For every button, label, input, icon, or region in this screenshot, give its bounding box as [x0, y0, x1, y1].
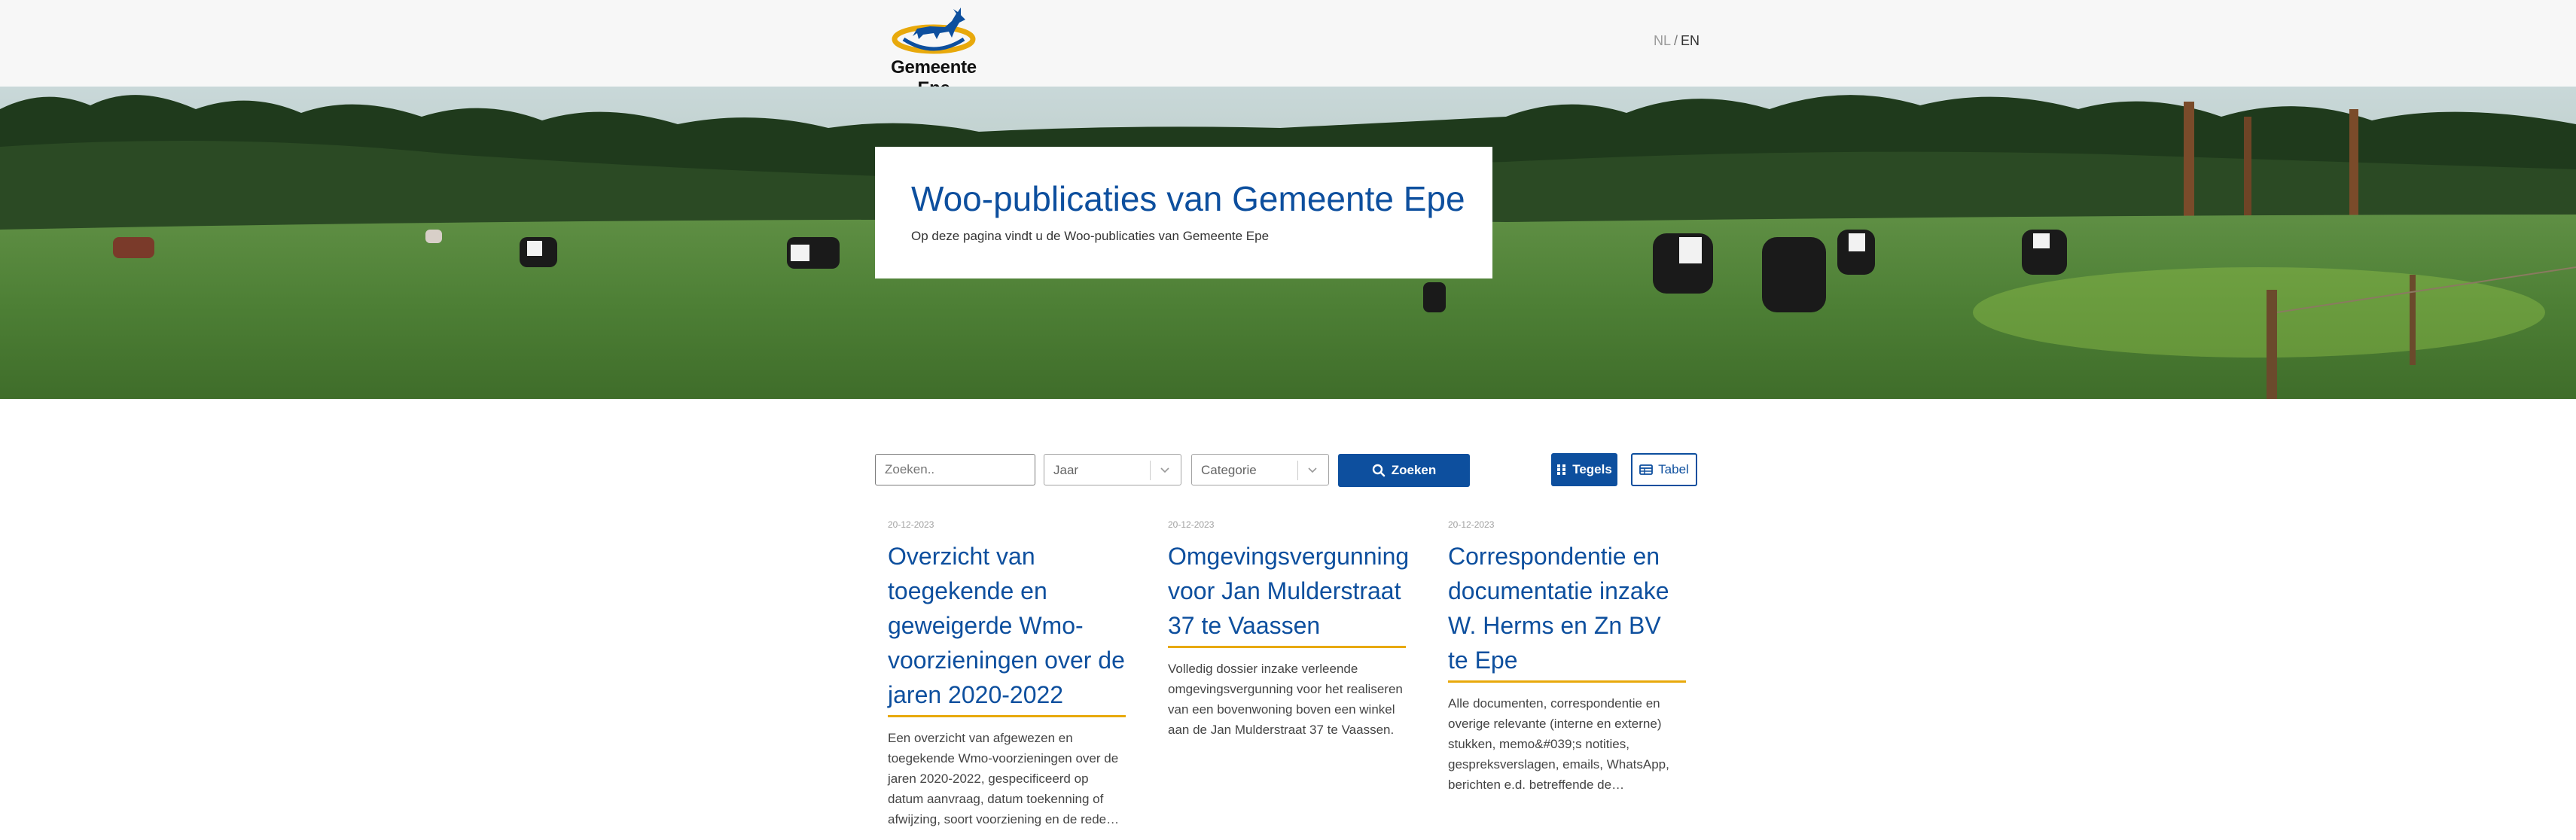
hero-banner: Woo-publicaties van Gemeente Epe Op deze…: [0, 87, 2576, 399]
site-header: Gemeente Epe NL/EN: [0, 0, 2576, 99]
category-select-value: Categorie: [1201, 463, 1257, 477]
grid-icon: [1557, 464, 1566, 475]
table-view-label: Tabel: [1658, 462, 1689, 476]
lang-separator: /: [1674, 33, 1678, 48]
search-input[interactable]: [875, 454, 1035, 485]
page-title: Woo-publicaties van Gemeente Epe: [911, 179, 1465, 218]
category-select[interactable]: Categorie: [1191, 454, 1329, 485]
lang-en-link[interactable]: EN: [1681, 33, 1700, 48]
table-view-button[interactable]: Tabel: [1631, 453, 1697, 486]
year-select[interactable]: Jaar: [1044, 454, 1181, 485]
publication-description: Volledig dossier inzake verleende omgevi…: [1168, 662, 1403, 737]
page-subtitle: Op deze pagina vindt u de Woo-publicatie…: [911, 228, 1270, 243]
publication-title-link[interactable]: Overzicht van toegekende en geweigerde W…: [888, 539, 1126, 717]
select-divider: [1297, 461, 1298, 480]
table-icon: [1639, 464, 1654, 475]
municipality-logo[interactable]: Gemeente Epe: [873, 6, 994, 99]
publication-title-link[interactable]: Omgevingsvergunning voor Jan Mulderstraa…: [1168, 539, 1409, 648]
publication-card[interactable]: 20-12-2023 Omgevingsvergunning voor Jan …: [1168, 519, 1409, 740]
filter-bar: Jaar Categorie Zoeken Tegels Tabel: [875, 453, 1697, 488]
tiles-view-button[interactable]: Tegels: [1551, 453, 1617, 486]
lang-nl-link[interactable]: NL: [1654, 33, 1671, 48]
select-divider: [1150, 461, 1151, 480]
publication-date: 20-12-2023: [1168, 519, 1215, 530]
publication-description: Alle documenten, correspondentie en over…: [1448, 696, 1669, 792]
search-button-label: Zoeken: [1391, 463, 1437, 477]
hero-card: Woo-publicaties van Gemeente Epe Op deze…: [875, 147, 1492, 278]
publication-card[interactable]: 20-12-2023 Correspondentie en documentat…: [1448, 519, 1686, 795]
language-switcher: NL / EN: [1654, 33, 1700, 49]
tiles-view-label: Tegels: [1572, 462, 1612, 476]
chevron-down-icon: [1160, 467, 1169, 473]
publication-description: Een overzicht van afgewezen en toegekend…: [888, 731, 1120, 826]
year-select-value: Jaar: [1053, 463, 1079, 477]
publication-date: 20-12-2023: [888, 519, 934, 530]
publication-title-link[interactable]: Correspondentie en documentatie inzake W…: [1448, 539, 1686, 683]
publication-date: 20-12-2023: [1448, 519, 1495, 530]
search-icon: [1372, 464, 1386, 477]
search-button[interactable]: Zoeken: [1338, 454, 1470, 487]
deer-emblem-icon: [892, 8, 976, 54]
chevron-down-icon: [1308, 467, 1317, 473]
publication-card[interactable]: 20-12-2023 Overzicht van toegekende en g…: [888, 519, 1126, 829]
